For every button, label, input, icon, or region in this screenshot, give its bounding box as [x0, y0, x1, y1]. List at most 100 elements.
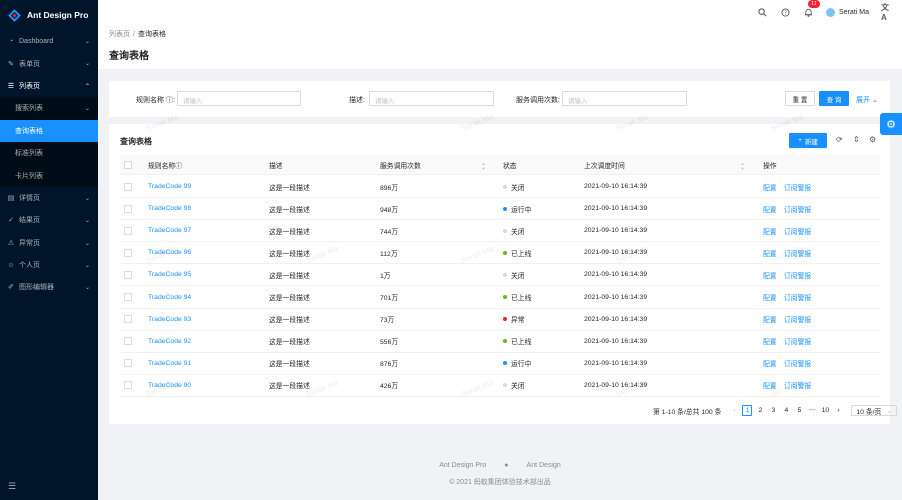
rule-name-link[interactable]: TradeCode 97	[148, 220, 191, 241]
rule-name-link[interactable]: TradeCode 99	[148, 176, 191, 197]
config-link[interactable]: 配置	[763, 309, 777, 330]
rule-name-link[interactable]: TradeCode 96	[148, 242, 191, 263]
calls-input[interactable]: 请输入	[562, 91, 687, 106]
translate-icon[interactable]: 文A	[881, 3, 892, 22]
config-link[interactable]: 配置	[763, 242, 777, 263]
sidebar-item-10[interactable]: ☺ 个人页 ⌄	[0, 254, 98, 276]
sidebar-item-6[interactable]: 卡片列表	[0, 164, 98, 187]
collapse-menu-icon[interactable]: ☰	[8, 481, 16, 492]
sidebar-item-3[interactable]: 搜索列表 ⌄	[0, 97, 98, 120]
github-icon[interactable]: ●	[504, 462, 508, 469]
page-item-3[interactable]: 3	[768, 405, 778, 416]
checkbox[interactable]	[124, 182, 132, 191]
jump-next-icon[interactable]: •••	[807, 405, 817, 416]
sidebar-item-7[interactable]: ▤ 详情页 ⌄	[0, 187, 98, 209]
rule-name-link[interactable]: TradeCode 95	[148, 264, 191, 285]
page-item-1[interactable]: 1	[742, 405, 753, 416]
row-checkbox[interactable]	[124, 353, 132, 374]
reset-button[interactable]: 重 置	[785, 91, 815, 106]
checkbox[interactable]	[124, 337, 132, 346]
page-item-5[interactable]: 5	[794, 405, 804, 416]
logo[interactable]: Ant Design Pro	[0, 0, 98, 30]
expand-link[interactable]: 展开 ⌄	[856, 95, 878, 105]
subscribe-alert-link[interactable]: 订阅警报	[784, 198, 811, 219]
sort-icon[interactable]: ▲▼	[740, 161, 745, 171]
page-size-select[interactable]: 10 条/页 ⌄	[851, 405, 898, 416]
sidebar-item-4[interactable]: 查询表格	[0, 119, 98, 142]
checkbox[interactable]	[124, 226, 132, 235]
page-item-4[interactable]: 4	[781, 405, 791, 416]
setting-drawer-icon[interactable]: ⚙	[880, 113, 902, 135]
config-link[interactable]: 配置	[763, 198, 777, 219]
subscribe-alert-link[interactable]: 订阅警报	[784, 331, 811, 352]
user-menu[interactable]: Serati Ma	[826, 7, 869, 17]
subscribe-alert-link[interactable]: 订阅警报	[784, 264, 811, 285]
prev-page-icon[interactable]: ‹	[729, 405, 739, 416]
sidebar-item-1[interactable]: ✎ 表单页 ⌄	[0, 52, 98, 74]
config-link[interactable]: 配置	[763, 176, 777, 197]
subscribe-alert-link[interactable]: 订阅警报	[784, 309, 811, 330]
sidebar-item-2[interactable]: ☰ 列表页 ⌃	[0, 75, 98, 97]
setting-icon[interactable]: ⚙	[869, 135, 876, 144]
sidebar-item-8[interactable]: ✓ 结果页 ⌄	[0, 209, 98, 231]
desc-input[interactable]: 请输入	[369, 91, 494, 106]
row-checkbox[interactable]	[124, 220, 132, 241]
bell-icon[interactable]: 11	[803, 0, 820, 18]
row-checkbox[interactable]	[124, 309, 132, 330]
rule-name-link[interactable]: TradeCode 90	[148, 375, 191, 396]
reload-icon[interactable]: ⟳	[836, 135, 843, 144]
question-icon[interactable]: ?	[780, 7, 791, 18]
checkbox[interactable]	[124, 160, 132, 169]
sidebar-item-11[interactable]: ✐ 图形编辑器 ⌄	[0, 276, 98, 298]
checkbox[interactable]	[124, 359, 132, 368]
checkbox[interactable]	[124, 315, 132, 324]
rule-name-link[interactable]: TradeCode 94	[148, 287, 191, 308]
sort-icon[interactable]: ▲▼	[481, 161, 486, 171]
config-link[interactable]: 配置	[763, 220, 777, 241]
rule-name-link[interactable]: TradeCode 93	[148, 309, 191, 330]
density-icon[interactable]: ⇕	[853, 135, 860, 144]
sidebar-item-5[interactable]: 标准列表	[0, 141, 98, 165]
column-header-updated[interactable]: 上次调度时间	[584, 155, 625, 174]
row-checkbox[interactable]	[124, 264, 132, 285]
breadcrumb-parent[interactable]: 列表页	[109, 31, 130, 38]
checkbox[interactable]	[124, 270, 132, 279]
subscribe-alert-link[interactable]: 订阅警报	[784, 176, 811, 197]
sidebar-item-9[interactable]: ⚠ 异常页 ⌄	[0, 232, 98, 254]
new-button[interactable]: + 新建	[789, 133, 827, 148]
column-header-calls[interactable]: 服务调用次数	[380, 155, 421, 174]
config-link[interactable]: 配置	[763, 287, 777, 308]
page-item-10[interactable]: 10	[820, 405, 830, 416]
row-checkbox[interactable]	[124, 198, 132, 219]
row-checkbox[interactable]	[124, 375, 132, 396]
config-link[interactable]: 配置	[763, 264, 777, 285]
checkbox[interactable]	[124, 248, 132, 257]
select-all-checkbox[interactable]	[124, 155, 132, 174]
search-icon[interactable]	[757, 7, 768, 18]
row-checkbox[interactable]	[124, 242, 132, 263]
rule-name-link[interactable]: TradeCode 92	[148, 331, 191, 352]
subscribe-alert-link[interactable]: 订阅警报	[784, 287, 811, 308]
rule-name-input[interactable]: 请输入	[177, 91, 301, 106]
sidebar-item-0[interactable]: ◔ Dashboard ⌄	[0, 30, 98, 52]
rule-name-link[interactable]: TradeCode 91	[148, 353, 191, 374]
subscribe-alert-link[interactable]: 订阅警报	[784, 375, 811, 396]
checkbox[interactable]	[124, 204, 132, 213]
checkbox[interactable]	[124, 293, 132, 301]
subscribe-alert-link[interactable]: 订阅警报	[784, 242, 811, 263]
next-page-icon[interactable]: ›	[833, 405, 843, 416]
footer-link-antd[interactable]: Ant Design	[527, 462, 561, 469]
subscribe-alert-link[interactable]: 订阅警报	[784, 353, 811, 374]
row-checkbox[interactable]	[124, 176, 132, 197]
config-link[interactable]: 配置	[763, 375, 777, 396]
subscribe-alert-link[interactable]: 订阅警报	[784, 220, 811, 241]
checkbox[interactable]	[124, 381, 132, 390]
page-item-2[interactable]: 2	[755, 405, 765, 416]
footer-link-pro[interactable]: Ant Design Pro	[439, 462, 486, 469]
row-checkbox[interactable]	[124, 287, 132, 308]
row-checkbox[interactable]	[124, 331, 132, 352]
query-button[interactable]: 查 询	[819, 91, 849, 106]
rule-name-link[interactable]: TradeCode 98	[148, 198, 191, 219]
config-link[interactable]: 配置	[763, 331, 777, 352]
config-link[interactable]: 配置	[763, 353, 777, 374]
